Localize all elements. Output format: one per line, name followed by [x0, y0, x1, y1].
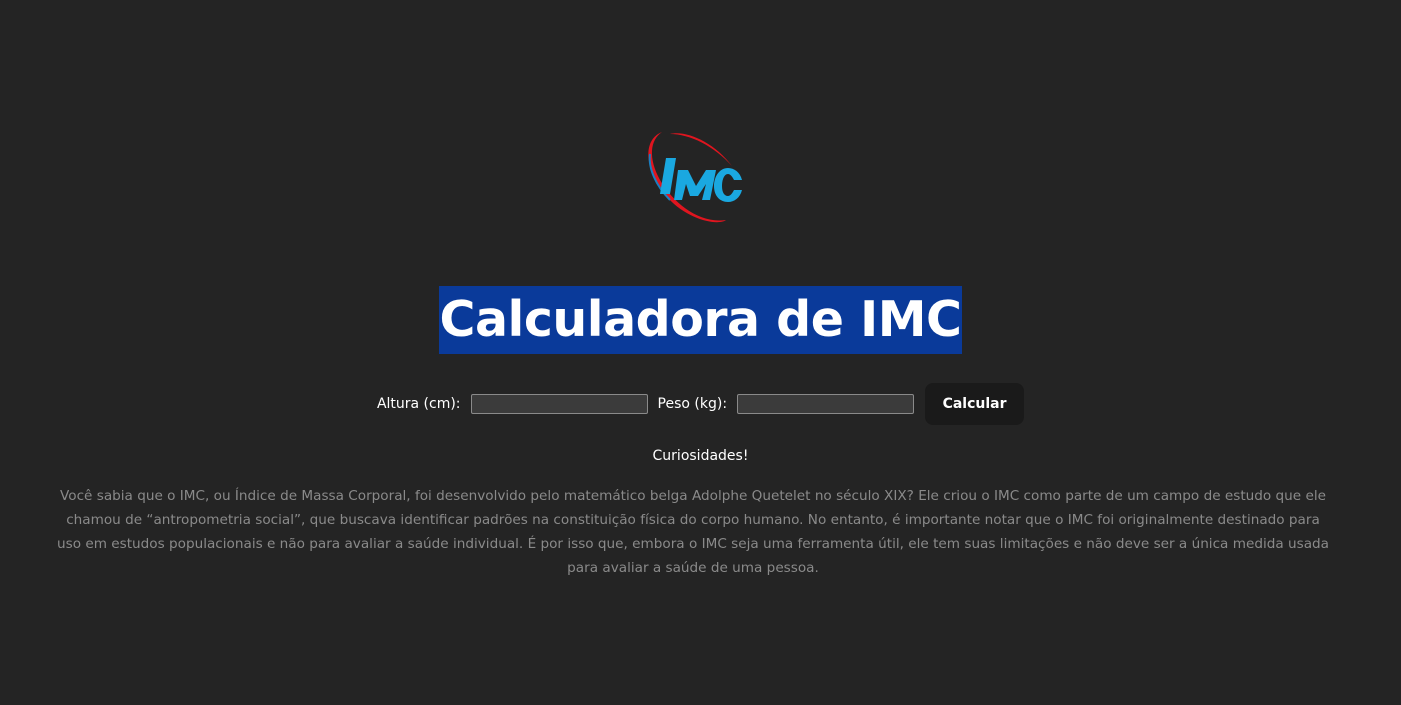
imc-logo-icon [640, 128, 748, 228]
curiosities-heading: Curiosidades! [652, 448, 749, 464]
page: Calculadora de IMC Altura (cm): Peso (kg… [0, 0, 1401, 705]
imc-form: Altura (cm): Peso (kg): Calcular [0, 383, 1401, 425]
title-wrap: Calculadora de IMC [0, 286, 1401, 354]
weight-label: Peso (kg): [657, 396, 728, 412]
curiosities-text: Você sabia que o IMC, ou Índice de Massa… [57, 488, 1329, 576]
calculate-button[interactable]: Calcular [925, 383, 1025, 425]
height-label: Altura (cm): [376, 396, 461, 412]
height-input[interactable] [470, 394, 648, 414]
weight-input[interactable] [737, 394, 915, 414]
page-title: Calculadora de IMC [438, 286, 963, 354]
